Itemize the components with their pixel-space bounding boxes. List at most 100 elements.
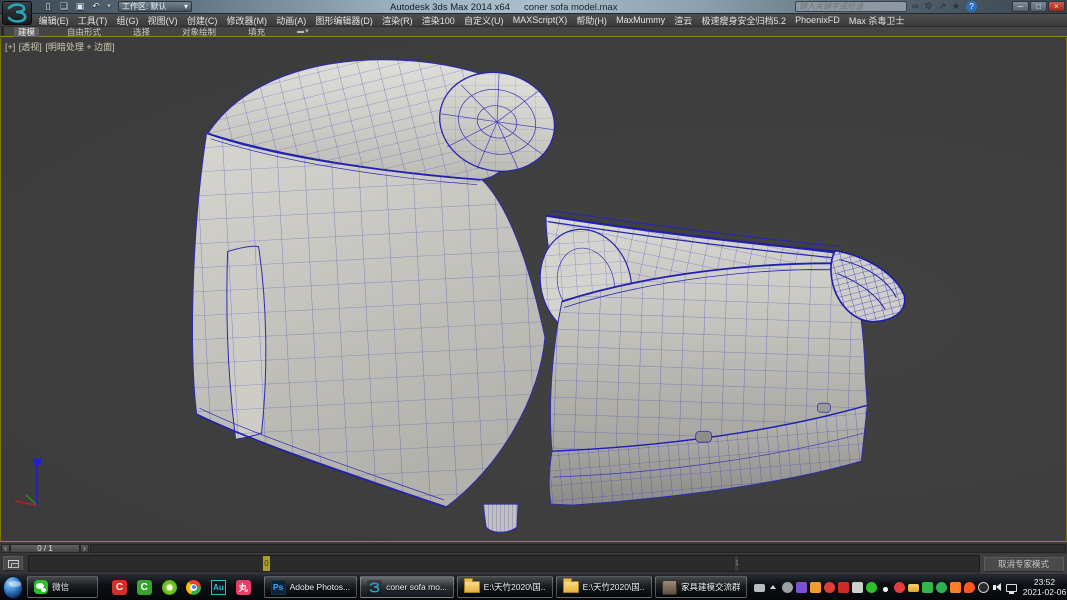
menu-group[interactable]: 组(G) [112,14,143,27]
taskbar-photoshop-window[interactable]: Ps Adobe Photos... [264,576,358,598]
menu-maxmummy[interactable]: MaxMummy [611,15,669,25]
previous-frame-icon[interactable]: ‹ [1,544,10,553]
netease-music-icon[interactable] [894,582,905,593]
menu-create[interactable]: 创建(C) [182,14,222,27]
taskbar-wechat-window[interactable]: 微信 [27,576,98,598]
workspace-selector[interactable]: 工作区: 默认 ▾ [118,1,192,12]
viewport-menu-view[interactable]: [透视] [19,42,42,52]
qq-group-label: 家具建模交流群 [681,581,740,593]
cancel-expert-mode-button[interactable]: 取消专家模式 [984,557,1064,572]
undo-icon[interactable]: ↶ [90,1,102,12]
menu-edit[interactable]: 编辑(E) [34,14,73,27]
taskbar-3dsmax-window[interactable]: coner sofa mo... [360,576,454,598]
track-bar[interactable]: 0 1 [28,555,980,572]
viewport-menu-shading[interactable]: [明暗处理 + 边面] [45,42,114,52]
wechat-tray-icon[interactable] [866,582,877,593]
status-right-panel: 取消专家模式 [980,554,1067,574]
menu-graph-editors[interactable]: 图形编辑器(D) [311,14,378,27]
time-slider-handle[interactable]: ‹ 0 / 1 › [1,544,89,553]
photoshop-window-label: Adobe Photos... [290,582,351,592]
maximize-button[interactable]: □ [1030,1,1047,12]
document-title: coner sofa model.max [524,2,617,13]
taskbar-explorer-window-1[interactable]: E:\天竹2020\国... [457,576,553,598]
menu-maxscript[interactable]: MAXScript(X) [508,15,572,25]
close-button[interactable]: × [1048,1,1065,12]
menu-tools[interactable]: 工具(T) [73,14,112,27]
help-icon[interactable]: ? [966,1,977,12]
app-green-icon[interactable] [922,582,933,593]
taskbar-pinned-audition[interactable]: Au [208,576,229,598]
undo-dropdown-icon[interactable]: ▾ [106,1,112,12]
taskbar-explorer-window-2[interactable]: E:\天竹2020\国... [556,576,652,598]
ribbon-grip[interactable] [1,27,4,36]
window-controls: ─ □ × [1012,1,1065,12]
taskbar-qq-group-window[interactable]: 家具建模交流群 [655,576,747,598]
minimize-button[interactable]: ─ [1012,1,1029,12]
start-button[interactable] [3,576,23,599]
volume-icon[interactable] [992,582,1003,593]
app-purple-icon[interactable] [796,582,807,593]
hidden-icons-arrow[interactable] [768,582,779,593]
camtasia-tray-icon[interactable] [838,582,849,593]
taskbar-pinned-camtasia[interactable]: C [109,576,130,598]
next-frame-icon[interactable]: › [80,544,89,553]
workspace-label: 工作区: 默认 [122,2,166,11]
menu-help[interactable]: 帮助(H) [572,14,612,27]
flame-tray-icon[interactable] [964,582,975,593]
frame-tick: 1 [735,556,738,571]
share-icon[interactable]: ↗ [939,1,947,12]
favorites-star-icon[interactable]: ★ [952,1,960,12]
desktop: ▯ ❏ ▣ ↶ ▾ ↷ ▾ ▤ 工作区: 默认 ▾ Autodesk 3ds M… [0,0,1067,600]
network-icon[interactable] [1006,584,1017,592]
taskbar-pinned-camtasia-recorder[interactable]: C [134,576,155,598]
safe360-tray-icon[interactable] [936,582,947,593]
wangwang-tray-icon[interactable] [950,582,961,593]
time-slider[interactable]: ‹ 0 / 1 › [0,543,1067,554]
viewport-menu-plus[interactable]: [+] [5,42,15,52]
tab-selection[interactable]: 选择 [129,27,154,37]
clock-date: 2021-02-06 [1022,587,1067,597]
taskbar-pinned-chrome[interactable] [183,576,204,598]
app-orange-icon[interactable] [810,582,821,593]
menu-antivirus[interactable]: Max 杀毒卫士 [844,14,909,27]
time-slider-track[interactable] [90,544,1066,553]
search-input[interactable] [795,1,907,12]
explorer1-label: E:\天竹2020\国... [484,581,546,593]
tab-modeling[interactable]: 建模 [14,27,39,37]
wrench-icon[interactable]: ⚙ [924,1,932,12]
tab-freeform[interactable]: 自由形式 [63,27,105,37]
taskbar-pinned-wan[interactable]: 丸 [233,576,254,598]
menu-customize[interactable]: 自定义(U) [459,14,508,27]
mini-curve-editor-button[interactable] [3,556,23,571]
search-icon[interactable]: ∞ [912,1,918,12]
app-light-icon[interactable] [852,582,863,593]
input-keyboard-icon[interactable] [754,584,765,592]
3dsmax-app-button[interactable] [2,1,32,25]
menu-render100[interactable]: 渲染100 [417,14,459,27]
ribbon-tabs: 建模 自由形式 选择 对象绘制 填充 ▬▾ [0,27,1067,37]
app-gray-icon[interactable] [782,582,793,593]
taskbar-clock[interactable]: 23:52 2021-02-06 [1022,577,1067,597]
qq-tray-icon[interactable] [880,582,891,593]
folder-tray-icon[interactable] [908,584,919,592]
tab-object-paint[interactable]: 对象绘制 [178,27,220,37]
save-icon[interactable]: ▣ [74,1,86,12]
menu-views[interactable]: 视图(V) [143,14,182,27]
open-file-icon[interactable]: ❏ [58,1,70,12]
menu-phoenixfd[interactable]: PhoenixFD [791,15,845,25]
perspective-viewport[interactable]: [+] [透视] [明暗处理 + 边面] [0,38,1067,542]
menu-modifiers[interactable]: 修改器(M) [222,14,272,27]
menu-archive[interactable]: 极速瘦身安全归档5.2 [697,14,791,27]
g-circle-icon[interactable] [978,582,989,593]
qq-group-avatar [662,580,677,595]
menu-xuanyun[interactable]: 渲云 [670,14,697,27]
ribbon-collapse-icon[interactable]: ▬▾ [293,27,314,37]
sofa-wireframe-model[interactable] [1,38,1066,541]
new-file-icon[interactable]: ▯ [42,1,54,12]
tab-populate[interactable]: 填充 [244,27,269,37]
menu-rendering[interactable]: 渲染(R) [378,14,418,27]
screen-record-icon[interactable] [824,582,835,593]
taskbar-pinned-browser360[interactable] [159,576,180,598]
menu-animation[interactable]: 动画(A) [272,14,311,27]
frame-marker[interactable]: 0 [263,556,270,571]
